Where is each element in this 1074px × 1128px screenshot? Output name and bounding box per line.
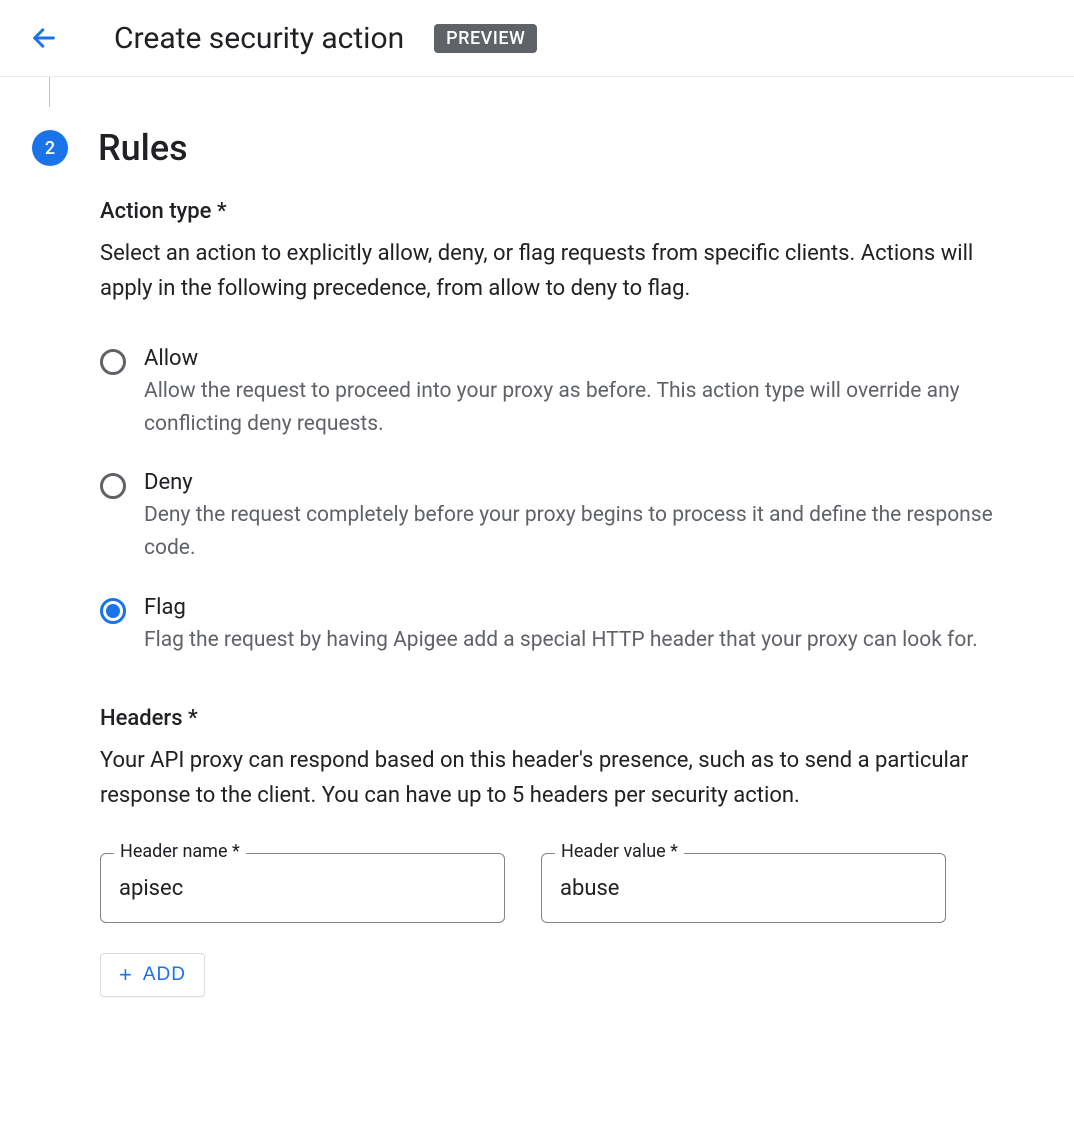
- radio-control: [100, 598, 126, 624]
- arrow-left-icon: [30, 24, 58, 52]
- header-value-field: Header value *: [541, 853, 946, 923]
- preview-badge: PREVIEW: [434, 24, 537, 53]
- add-button-label: ADD: [143, 964, 186, 986]
- radio-control: [100, 349, 126, 375]
- back-button[interactable]: [24, 18, 64, 58]
- header-name-field: Header name *: [100, 853, 505, 923]
- page-header: Create security action PREVIEW: [0, 0, 1074, 77]
- radio-option-allow[interactable]: Allow Allow the request to proceed into …: [100, 346, 1050, 440]
- step-body: Action type * Select an action to explic…: [100, 169, 1050, 997]
- action-type-radio-group: Allow Allow the request to proceed into …: [100, 346, 1050, 656]
- radio-text: Flag Flag the request by having Apigee a…: [144, 595, 1024, 657]
- plus-icon: +: [119, 964, 133, 986]
- step-header: 2 Rules: [24, 127, 1050, 169]
- radio-desc: Flag the request by having Apigee add a …: [144, 624, 1024, 657]
- radio-control: [100, 473, 126, 499]
- radio-desc: Deny the request completely before your …: [144, 499, 1024, 564]
- content-area: 2 Rules Action type * Select an action t…: [0, 77, 1074, 1037]
- add-header-button[interactable]: + ADD: [100, 953, 205, 997]
- header-value-input[interactable]: [541, 853, 946, 923]
- radio-option-deny[interactable]: Deny Deny the request completely before …: [100, 470, 1050, 564]
- headers-label: Headers *: [100, 706, 1050, 731]
- radio-option-flag[interactable]: Flag Flag the request by having Apigee a…: [100, 595, 1050, 657]
- action-type-label: Action type *: [100, 199, 1050, 224]
- radio-text: Deny Deny the request completely before …: [144, 470, 1024, 564]
- radio-title: Flag: [144, 595, 1024, 620]
- headers-description: Your API proxy can respond based on this…: [100, 743, 1020, 813]
- step-number-badge: 2: [32, 130, 68, 166]
- header-value-label: Header value *: [555, 841, 684, 862]
- header-row: Header name * Header value *: [100, 853, 1050, 923]
- radio-title: Allow: [144, 346, 1024, 371]
- header-name-input[interactable]: [100, 853, 505, 923]
- radio-text: Allow Allow the request to proceed into …: [144, 346, 1024, 440]
- radio-desc: Allow the request to proceed into your p…: [144, 375, 1024, 440]
- step-title: Rules: [98, 127, 188, 169]
- page-title: Create security action: [114, 21, 404, 56]
- header-name-label: Header name *: [114, 841, 246, 862]
- action-type-description: Select an action to explicitly allow, de…: [100, 236, 1020, 306]
- stepper-connector: [49, 77, 1050, 107]
- radio-title: Deny: [144, 470, 1024, 495]
